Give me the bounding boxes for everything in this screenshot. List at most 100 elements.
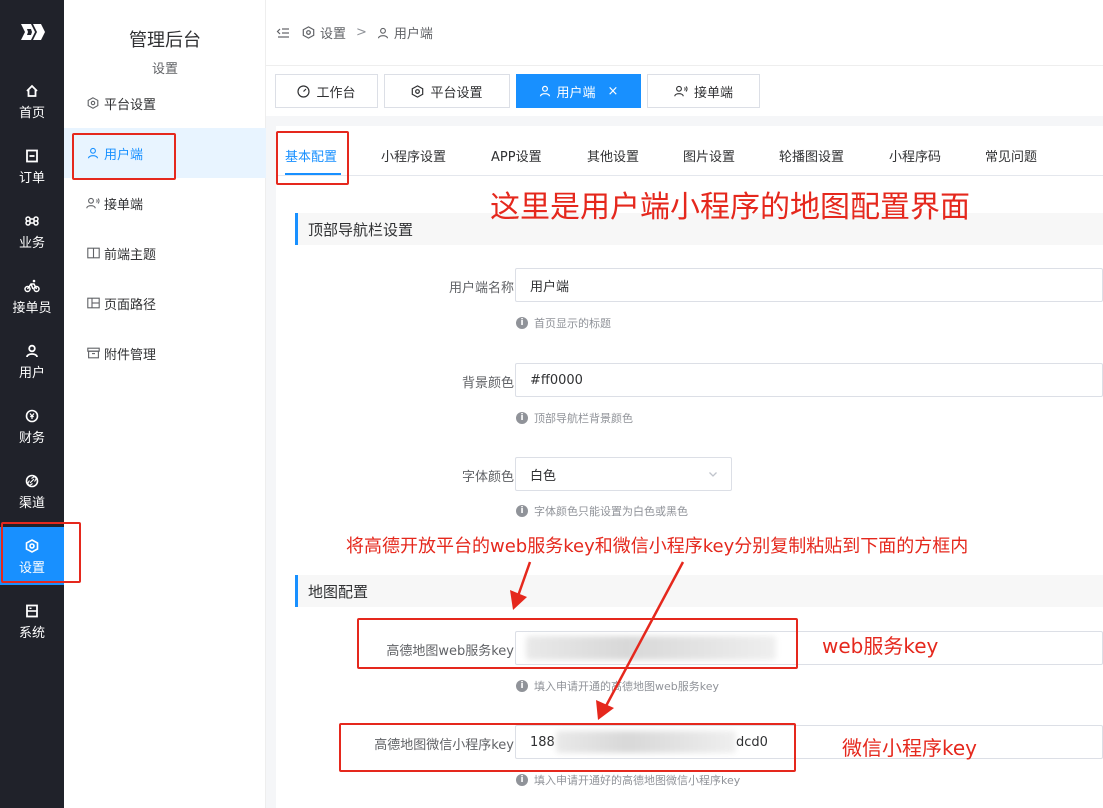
- rail-label-channels: 渠道: [18, 495, 45, 511]
- font-color-label: 字体颜色: [461, 470, 514, 485]
- sidebar-item-page-paths[interactable]: 页面路径: [64, 278, 266, 328]
- tab-platform-settings[interactable]: 平台设置: [384, 74, 510, 108]
- amap-wx-key-label: 高德地图微信小程序key: [374, 738, 514, 753]
- rail-item-settings[interactable]: 设置: [0, 527, 64, 585]
- active-tab-indicator: [285, 173, 341, 175]
- sidebar-item-label: 前端主题: [104, 247, 157, 263]
- sidebar-item-label: 接单端: [104, 197, 144, 213]
- sidebar-item-platform-settings[interactable]: 平台设置: [64, 78, 266, 128]
- breadcrumb-settings[interactable]: 设置: [320, 23, 346, 42]
- tab-label: 用户端: [556, 85, 596, 101]
- order-icon: [25, 147, 39, 165]
- hexagon-gear-icon: [411, 84, 424, 98]
- user-icon: [377, 27, 389, 39]
- sidebar-item-user-client[interactable]: 用户端: [64, 128, 266, 178]
- sidebar-item-rider-client[interactable]: 接单端: [64, 178, 266, 228]
- app-logo[interactable]: [0, 22, 64, 54]
- settings-sidebar: 管理后台 设置 平台设置 用户端 接单端 前端主题 页面路径 附件管理: [64, 0, 266, 808]
- subtab-miniprogram-code[interactable]: 小程序码: [889, 146, 941, 165]
- rail-label-finance: 财务: [18, 430, 45, 446]
- bike-icon: [24, 277, 40, 295]
- subtab-faq[interactable]: 常见问题: [985, 146, 1037, 165]
- subtab-miniprogram-settings[interactable]: 小程序设置: [381, 146, 446, 165]
- rail-label-home: 首页: [18, 105, 45, 121]
- user-icon: [86, 146, 100, 160]
- subtab-other-settings[interactable]: 其他设置: [587, 146, 639, 165]
- tab-rider-client[interactable]: 接单端: [647, 74, 760, 108]
- rail-item-system[interactable]: 系统: [0, 592, 64, 650]
- hint-text: 填入申请开通好的高德地图微信小程序key: [534, 774, 741, 787]
- sidebar-item-label: 页面路径: [104, 297, 157, 313]
- subtab-app-settings[interactable]: APP设置: [491, 146, 542, 165]
- sidebar-item-frontend-theme[interactable]: 前端主题: [64, 228, 266, 278]
- app-name-value: 用户端: [530, 279, 570, 295]
- breadcrumb-separator: >: [356, 25, 367, 40]
- bg-color-input[interactable]: #ff0000: [515, 363, 1103, 397]
- subtab-carousel-settings[interactable]: 轮播图设置: [779, 146, 844, 165]
- amap-wx-key-hint: i 填入申请开通好的高德地图微信小程序key: [516, 772, 740, 788]
- hexagon-gear-icon: [86, 96, 100, 110]
- rail-item-channels[interactable]: 渠道: [0, 462, 64, 520]
- collapse-menu-icon[interactable]: [276, 26, 290, 40]
- open-tabs-bar: 工作台 平台设置 用户端 × 接单端: [266, 66, 1103, 116]
- sidebar-subtitle: 设置: [151, 62, 178, 77]
- hint-text: 首页显示的标题: [534, 317, 611, 330]
- top-bar: 设置 > 用户端: [266, 0, 1103, 66]
- rail-item-finance[interactable]: 财务: [0, 397, 64, 455]
- annotation-web-key: web服务key: [822, 634, 939, 658]
- bg-color-hint: i 顶部导航栏背景颜色: [516, 410, 633, 426]
- info-icon: i: [516, 680, 528, 692]
- user-signal-icon: [674, 85, 688, 97]
- tab-user-client[interactable]: 用户端 ×: [516, 74, 641, 108]
- info-icon: i: [516, 412, 528, 424]
- archive-icon: [86, 346, 100, 360]
- breadcrumb: 设置 > 用户端: [302, 23, 433, 42]
- layout-icon: [86, 296, 100, 310]
- annotation-wx-key: 微信小程序key: [842, 736, 978, 760]
- rail-label-users: 用户: [18, 365, 45, 381]
- amap-web-key-label: 高德地图web服务key: [386, 644, 514, 659]
- tab-label: 工作台: [316, 85, 356, 101]
- amap-wx-key-input[interactable]: 188 dcd0: [515, 725, 1103, 759]
- sidebar-item-label: 用户端: [104, 147, 144, 163]
- app-name-label: 用户端名称: [448, 281, 514, 296]
- sidebar-title: 管理后台: [129, 30, 201, 51]
- hint-text: 字体颜色只能设置为白色或黑色: [534, 505, 688, 518]
- rail-label-riders: 接单员: [12, 300, 52, 316]
- close-tab-icon[interactable]: ×: [608, 84, 619, 99]
- sidebar-item-label: 附件管理: [104, 347, 157, 363]
- settings-subtabs: 基本配置 小程序设置 APP设置 其他设置 图片设置 轮播图设置 小程序码 常见…: [276, 126, 1103, 176]
- app-name-hint: i 首页显示的标题: [516, 315, 611, 331]
- hexagon-gear-icon: [302, 26, 315, 39]
- rail-item-riders[interactable]: 接单员: [0, 267, 64, 325]
- subtab-basic-config[interactable]: 基本配置: [285, 146, 337, 165]
- rail-item-home[interactable]: 首页: [0, 72, 64, 130]
- rail-label-business: 业务: [18, 235, 45, 251]
- wx-key-tail: dcd0: [736, 734, 768, 750]
- hint-text: 顶部导航栏背景颜色: [534, 412, 633, 425]
- tab-workbench[interactable]: 工作台: [275, 74, 378, 108]
- info-icon: i: [516, 317, 528, 329]
- font-color-hint: i 字体颜色只能设置为白色或黑色: [516, 503, 688, 519]
- system-icon: [25, 602, 39, 620]
- font-color-value: 白色: [530, 468, 557, 484]
- font-color-select[interactable]: 白色: [515, 457, 732, 491]
- bg-color-value: #ff0000: [530, 372, 583, 388]
- rail-item-orders[interactable]: 订单: [0, 137, 64, 195]
- rail-item-business[interactable]: 业务: [0, 202, 64, 260]
- annotation-heading: 这里是用户端小程序的地图配置界面: [490, 190, 970, 225]
- rail-item-users[interactable]: 用户: [0, 332, 64, 390]
- bg-color-label: 背景颜色: [461, 376, 514, 391]
- tab-label: 接单端: [693, 85, 733, 101]
- rail-label-orders: 订单: [18, 170, 45, 186]
- amap-web-key-input[interactable]: [515, 631, 1103, 665]
- user-icon: [25, 342, 39, 360]
- subtab-image-settings[interactable]: 图片设置: [683, 146, 735, 165]
- hint-text: 填入申请开通的高德地图web服务key: [534, 680, 720, 693]
- app-name-input[interactable]: 用户端: [515, 268, 1103, 302]
- section-map-config: 地图配置: [295, 575, 1103, 607]
- redacted-value: [556, 731, 736, 753]
- link-icon: [25, 472, 39, 490]
- sidebar-item-attachments[interactable]: 附件管理: [64, 328, 266, 378]
- settings-icon: [25, 537, 39, 555]
